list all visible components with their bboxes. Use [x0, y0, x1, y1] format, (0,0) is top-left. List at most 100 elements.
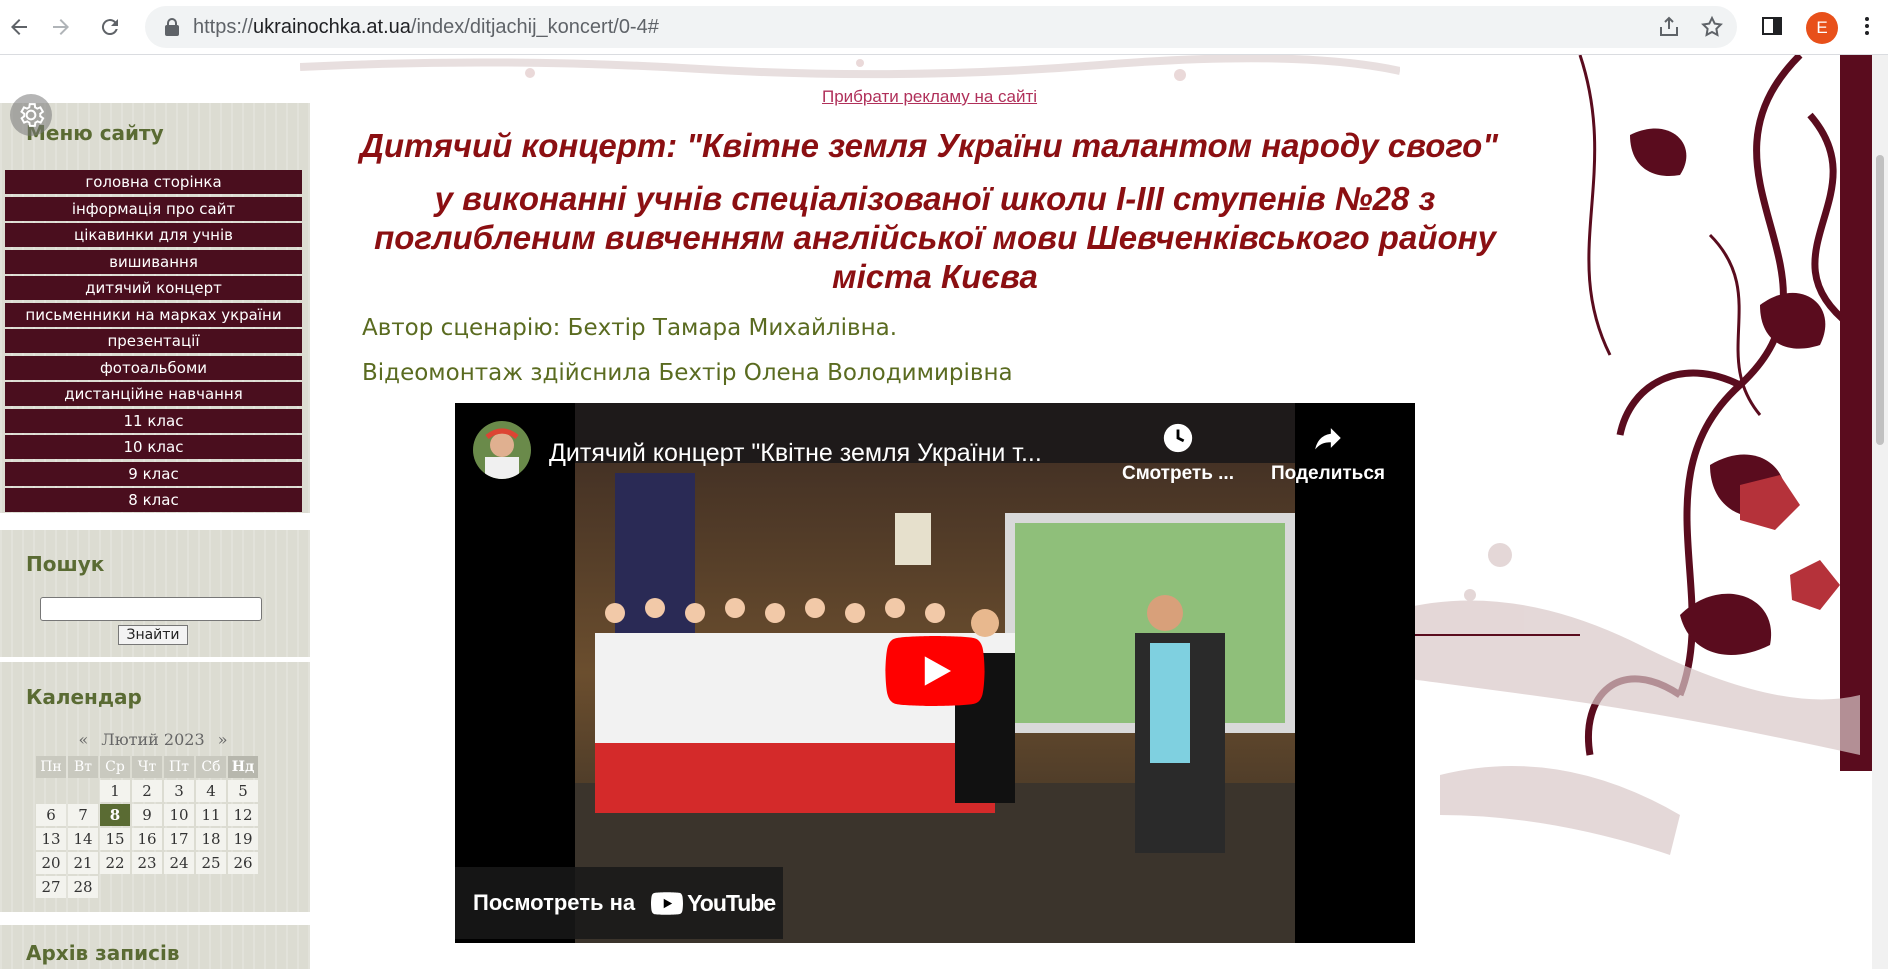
menu-item[interactable]: письменники на марках україни — [5, 302, 302, 327]
play-button[interactable] — [885, 636, 985, 706]
calendar-weekday: Нд — [228, 756, 258, 778]
youtube-embed[interactable]: Дитячий концерт "Квітне земля України т.… — [455, 403, 1415, 943]
menu-item[interactable]: цікавинки для учнів — [5, 223, 302, 247]
calendar-empty-cell — [132, 876, 162, 898]
calendar-month: Лютий 2023 — [101, 730, 205, 749]
menu-item[interactable]: фотоальбоми — [5, 355, 302, 380]
menu-item[interactable]: головна сторінка — [5, 170, 302, 194]
scrollbar-thumb[interactable] — [1876, 155, 1884, 445]
back-arrow-icon — [11, 19, 27, 35]
calendar-day[interactable]: 22 — [100, 852, 130, 874]
calendar-weekday: Пн — [36, 756, 66, 778]
calendar-empty-cell — [36, 780, 66, 802]
calendar-week-row: 12345 — [36, 780, 258, 802]
search-button[interactable]: Знайти — [118, 625, 188, 645]
calendar-day[interactable]: 13 — [36, 828, 66, 850]
calendar-week-row: 13 14 15 16 17 18 19 — [36, 828, 258, 850]
calendar-week-row: 27 28 — [36, 876, 258, 898]
calendar-day[interactable]: 17 — [164, 828, 194, 850]
channel-avatar-image — [473, 421, 531, 479]
reload-icon — [101, 19, 118, 36]
url-text: https://ukrainochka.at.ua/index/ditjachi… — [193, 16, 659, 38]
remove-ads-link[interactable]: Прибрати рекламу на сайті — [822, 87, 1037, 107]
calendar-weekday: Ср — [100, 756, 130, 778]
calendar-header: « Лютий 2023 » — [34, 730, 272, 749]
calendar-empty-cell — [164, 876, 194, 898]
calendar-day[interactable]: 15 — [100, 828, 130, 850]
youtube-logo: YouTube — [651, 890, 776, 917]
star-icon[interactable] — [1700, 15, 1724, 39]
menu-item[interactable]: 9 клас — [5, 461, 302, 486]
calendar-day[interactable]: 21 — [68, 852, 98, 874]
calendar-day[interactable]: 28 — [68, 876, 98, 898]
archive-block: Архів записів — [0, 925, 310, 969]
share-video-button[interactable]: Поделиться — [1263, 421, 1393, 485]
calendar-weekday: Чт — [132, 756, 162, 778]
reload-button[interactable] — [91, 8, 129, 46]
calendar-day[interactable]: 1 — [100, 780, 130, 802]
video-title[interactable]: Дитячий концерт "Квітне земля України т.… — [549, 439, 1042, 468]
calendar-weekday-row: Пн Вт Ср Чт Пт Сб Нд — [36, 756, 258, 778]
page-subtitle: у виконанні учнів спеціалізованої школи … — [374, 180, 1496, 295]
menu-item[interactable]: 8 клас — [5, 488, 302, 512]
calendar-day[interactable]: 4 — [196, 780, 226, 802]
settings-gear-button[interactable] — [10, 94, 52, 136]
gear-icon — [20, 103, 45, 127]
share-label: Поделиться — [1270, 463, 1386, 484]
calendar-day[interactable]: 7 — [68, 804, 98, 826]
calendar-day[interactable]: 25 — [196, 852, 226, 874]
archive-title: Архів записів — [26, 941, 180, 965]
calendar-day[interactable]: 19 — [228, 828, 258, 850]
profile-avatar[interactable]: E — [1806, 12, 1838, 44]
calendar-day[interactable]: 24 — [164, 852, 194, 874]
calendar-day[interactable]: 18 — [196, 828, 226, 850]
menu-item[interactable]: 11 клас — [5, 408, 302, 433]
menu-item[interactable]: дитячий концерт — [5, 276, 302, 300]
calendar-prev-link[interactable]: « — [78, 730, 88, 749]
site-menu-block: Меню сайту головна сторінка інформація пр… — [0, 103, 310, 513]
channel-avatar[interactable] — [473, 421, 531, 479]
more-vert-icon[interactable] — [1855, 14, 1879, 38]
calendar-day[interactable]: 16 — [132, 828, 162, 850]
calendar-day[interactable]: 6 — [36, 804, 66, 826]
calendar-day[interactable]: 27 — [36, 876, 66, 898]
calendar-day[interactable]: 3 — [164, 780, 194, 802]
calendar-day[interactable]: 26 — [228, 852, 258, 874]
menu-item[interactable]: інформація про сайт — [5, 196, 302, 221]
calendar-day[interactable]: 9 — [132, 804, 162, 826]
page-title: Дитячий концерт: "Квітне земля України т… — [360, 127, 1498, 164]
video-editor-text: Відеомонтаж здійснила Бехтір Олена Волод… — [362, 360, 1013, 386]
address-bar[interactable]: https://ukrainochka.at.ua/index/ditjachi… — [145, 6, 1737, 48]
lock-icon — [165, 18, 179, 36]
calendar-week-row: 20 21 22 23 24 25 26 — [36, 852, 258, 874]
web-page: Меню сайту головна сторінка інформація пр… — [0, 55, 1888, 969]
calendar-next-link[interactable]: » — [218, 730, 228, 749]
forward-button[interactable] — [42, 8, 80, 46]
back-button[interactable] — [0, 8, 38, 46]
calendar-day[interactable]: 12 — [228, 804, 258, 826]
search-title: Пошук — [26, 552, 105, 576]
menu-item[interactable]: вишивання — [5, 249, 302, 274]
browser-toolbar: https://ukrainochka.at.ua/index/ditjachi… — [0, 0, 1888, 55]
share-icon[interactable] — [1657, 15, 1681, 39]
side-panel-icon[interactable] — [1760, 14, 1784, 38]
menu-item[interactable]: 10 клас — [5, 435, 302, 459]
youtube-logo-icon — [651, 891, 684, 915]
calendar-day[interactable]: 10 — [164, 804, 194, 826]
watch-on-youtube-button[interactable]: Посмотреть на YouTube — [455, 867, 783, 939]
search-input[interactable] — [40, 597, 262, 621]
page-scrollbar[interactable] — [1872, 55, 1888, 969]
calendar-day[interactable]: 11 — [196, 804, 226, 826]
calendar-day[interactable]: 2 — [132, 780, 162, 802]
calendar-day[interactable]: 20 — [36, 852, 66, 874]
calendar-day[interactable]: 14 — [68, 828, 98, 850]
menu-item[interactable]: презентації — [5, 329, 302, 353]
calendar-day[interactable]: 8 — [100, 804, 130, 826]
calendar-day[interactable]: 5 — [228, 780, 258, 802]
calendar-title: Календар — [26, 685, 142, 709]
calendar-day[interactable]: 23 — [132, 852, 162, 874]
menu-item[interactable]: дистанційне навчання — [5, 382, 302, 406]
calendar-weekday: Сб — [196, 756, 226, 778]
calendar-empty-cell — [228, 876, 258, 898]
watch-later-button[interactable]: Смотреть ... — [1113, 421, 1243, 485]
